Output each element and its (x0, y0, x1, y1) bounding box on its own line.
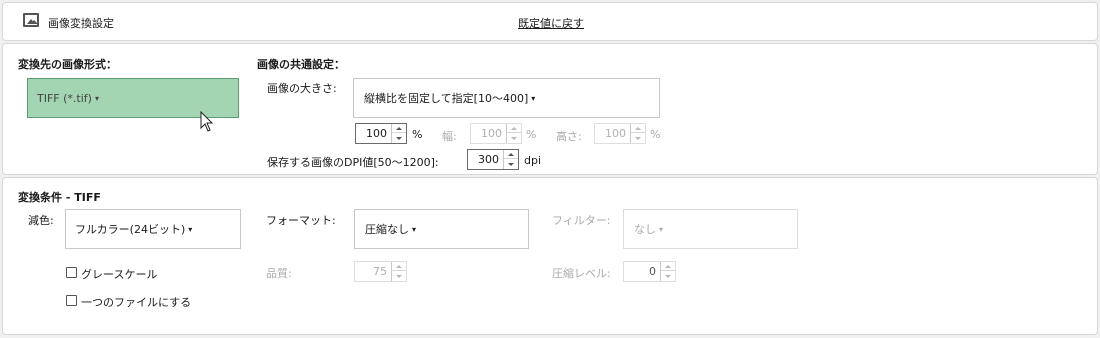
height-unit: % (650, 128, 661, 141)
reset-defaults-link[interactable]: 既定値に戻す (518, 15, 584, 31)
compression-level-value: 0 (649, 265, 656, 278)
filter-label: フィルター: (552, 214, 611, 227)
single-file-label: 一つのファイルにする (81, 296, 192, 309)
output-format-heading: 変換先の画像形式： (18, 58, 117, 71)
format-and-common-settings: 変換先の画像形式： TIFF (*.tif) ▾ 画像の共通設定： 画像の大きさ… (2, 43, 1098, 175)
width-label: 幅: (442, 130, 457, 143)
page-title: 画像変換設定 (48, 17, 114, 30)
dpi-label: 保存する画像のDPI値[50～1200]: (267, 156, 439, 169)
width-unit: % (526, 128, 537, 141)
chevron-down-icon: ▾ (531, 93, 536, 103)
image-size-mode-value: 縦横比を固定して指定[10～400] (364, 92, 529, 105)
compression-decrement-button[interactable] (661, 272, 675, 281)
scale-unit: % (412, 128, 423, 141)
output-format-value: TIFF (*.tif) (37, 91, 92, 105)
format-dropdown[interactable]: 圧縮なし ▾ (354, 209, 529, 249)
color-reduction-label: 減色: (28, 214, 54, 227)
image-icon (23, 13, 39, 27)
dpi-value: 300 (478, 153, 499, 166)
dpi-unit: dpi (524, 154, 542, 167)
color-reduction-dropdown[interactable]: フルカラー(24ビット) ▾ (65, 209, 241, 249)
color-reduction-value: フルカラー(24ビット) (75, 223, 186, 236)
grayscale-checkbox[interactable] (66, 267, 77, 278)
mouse-cursor-icon (200, 111, 214, 132)
width-stepper[interactable]: 100 (470, 123, 522, 144)
dpi-increment-button[interactable] (504, 150, 518, 159)
dpi-decrement-button[interactable] (504, 160, 518, 169)
chevron-down-icon: ▾ (659, 224, 664, 234)
quality-decrement-button[interactable] (392, 272, 406, 281)
chevron-down-icon: ▾ (188, 224, 193, 234)
compression-level-stepper[interactable]: 0 (623, 261, 676, 282)
scale-value: 100 (366, 127, 387, 140)
filter-value: なし (634, 223, 656, 236)
common-settings-heading: 画像の共通設定： (257, 58, 345, 71)
height-label: 高さ: (556, 130, 582, 143)
chevron-down-icon: ▾ (94, 93, 99, 103)
width-value: 100 (481, 127, 502, 140)
height-increment-button[interactable] (631, 124, 645, 133)
dpi-stepper[interactable]: 300 (467, 149, 519, 170)
scale-stepper[interactable]: 100 (355, 123, 407, 144)
scale-decrement-button[interactable] (392, 134, 406, 143)
image-size-mode-dropdown[interactable]: 縦横比を固定して指定[10～400] ▾ (353, 78, 660, 118)
image-size-label: 画像の大きさ: (267, 82, 337, 95)
height-value: 100 (605, 127, 626, 140)
conversion-heading: 変換条件 - TIFF (18, 191, 101, 204)
single-file-checkbox[interactable] (66, 295, 77, 306)
header-bar: 画像変換設定 既定値に戻す (2, 2, 1098, 41)
width-increment-button[interactable] (507, 124, 521, 133)
quality-increment-button[interactable] (392, 262, 406, 271)
quality-value: 75 (373, 265, 387, 278)
compression-level-label: 圧縮レベル: (552, 267, 611, 280)
scale-increment-button[interactable] (392, 124, 406, 133)
quality-label: 品質: (266, 267, 292, 280)
filter-dropdown[interactable]: なし ▾ (623, 209, 798, 249)
conversion-settings: 変換条件 - TIFF 減色: フルカラー(24ビット) ▾ グレースケール 一… (2, 177, 1098, 335)
quality-stepper[interactable]: 75 (354, 261, 407, 282)
width-decrement-button[interactable] (507, 134, 521, 143)
height-decrement-button[interactable] (631, 134, 645, 143)
chevron-down-icon: ▾ (412, 224, 417, 234)
format-label: フォーマット: (266, 214, 336, 227)
grayscale-label: グレースケール (81, 268, 158, 281)
format-value: 圧縮なし (365, 223, 409, 236)
height-stepper[interactable]: 100 (594, 123, 646, 144)
compression-increment-button[interactable] (661, 262, 675, 271)
